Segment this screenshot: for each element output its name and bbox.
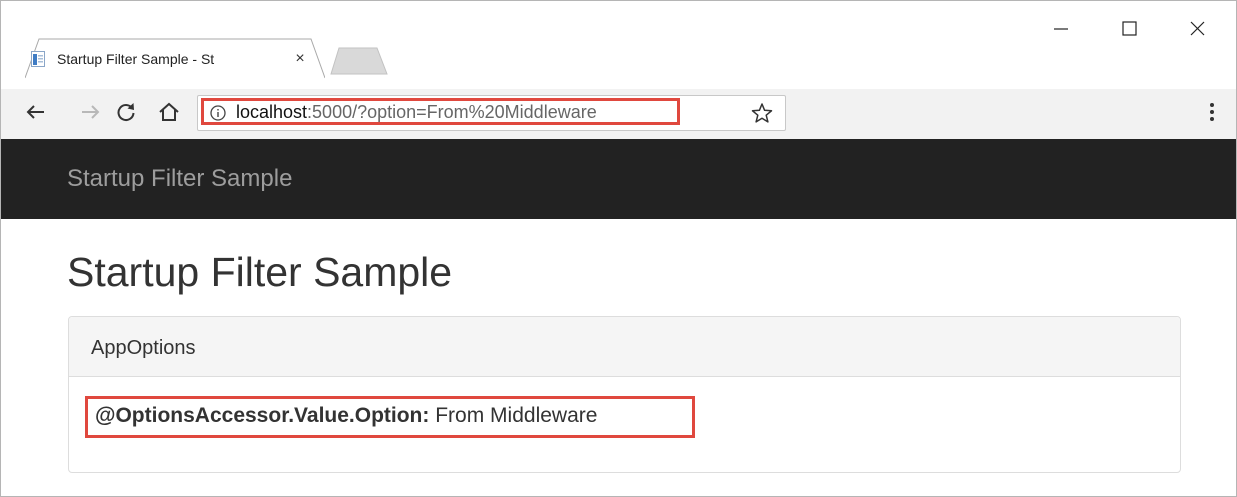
reload-icon[interactable] — [113, 99, 139, 125]
url-text[interactable]: localhost:5000/?option=From%20Middleware — [236, 102, 597, 123]
url-host: localhost — [236, 102, 308, 122]
forward-arrow-icon[interactable] — [77, 99, 103, 125]
url-path: :5000/?option=From%20Middleware — [307, 102, 597, 122]
new-tab-button[interactable] — [329, 47, 389, 80]
page-title: Startup Filter Sample — [67, 249, 453, 295]
site-navbar: Startup Filter Sample — [1, 139, 1236, 219]
close-icon[interactable] — [1177, 19, 1217, 49]
page-favicon-icon — [31, 51, 45, 67]
maximize-icon[interactable] — [1109, 19, 1149, 49]
minimize-icon[interactable] — [1041, 19, 1081, 49]
info-icon[interactable] — [210, 105, 226, 121]
option-value: From Middleware — [429, 404, 598, 427]
address-bar[interactable]: localhost:5000/?option=From%20Middleware — [197, 95, 786, 131]
navbar-brand[interactable]: Startup Filter Sample — [67, 165, 292, 193]
browser-window: Startup Filter Sample - St × localhost:5… — [0, 0, 1237, 497]
more-vert-icon[interactable] — [1205, 98, 1219, 128]
tab-strip: Startup Filter Sample - St × — [1, 1, 1236, 89]
browser-toolbar: localhost:5000/?option=From%20Middleware — [1, 89, 1236, 139]
star-icon[interactable] — [751, 102, 773, 124]
option-key: @OptionsAccessor.Value.Option: — [95, 404, 430, 427]
back-arrow-icon[interactable] — [23, 99, 49, 125]
panel-heading: AppOptions — [69, 317, 1180, 377]
home-icon[interactable] — [156, 99, 182, 125]
tab-close-icon[interactable]: × — [290, 49, 310, 69]
panel-title: AppOptions — [91, 337, 196, 359]
tab-title: Startup Filter Sample - St — [57, 51, 215, 67]
option-value-line: @OptionsAccessor.Value.Option: From Midd… — [95, 404, 597, 428]
app-options-panel: AppOptions @OptionsAccessor.Value.Option… — [68, 316, 1181, 473]
